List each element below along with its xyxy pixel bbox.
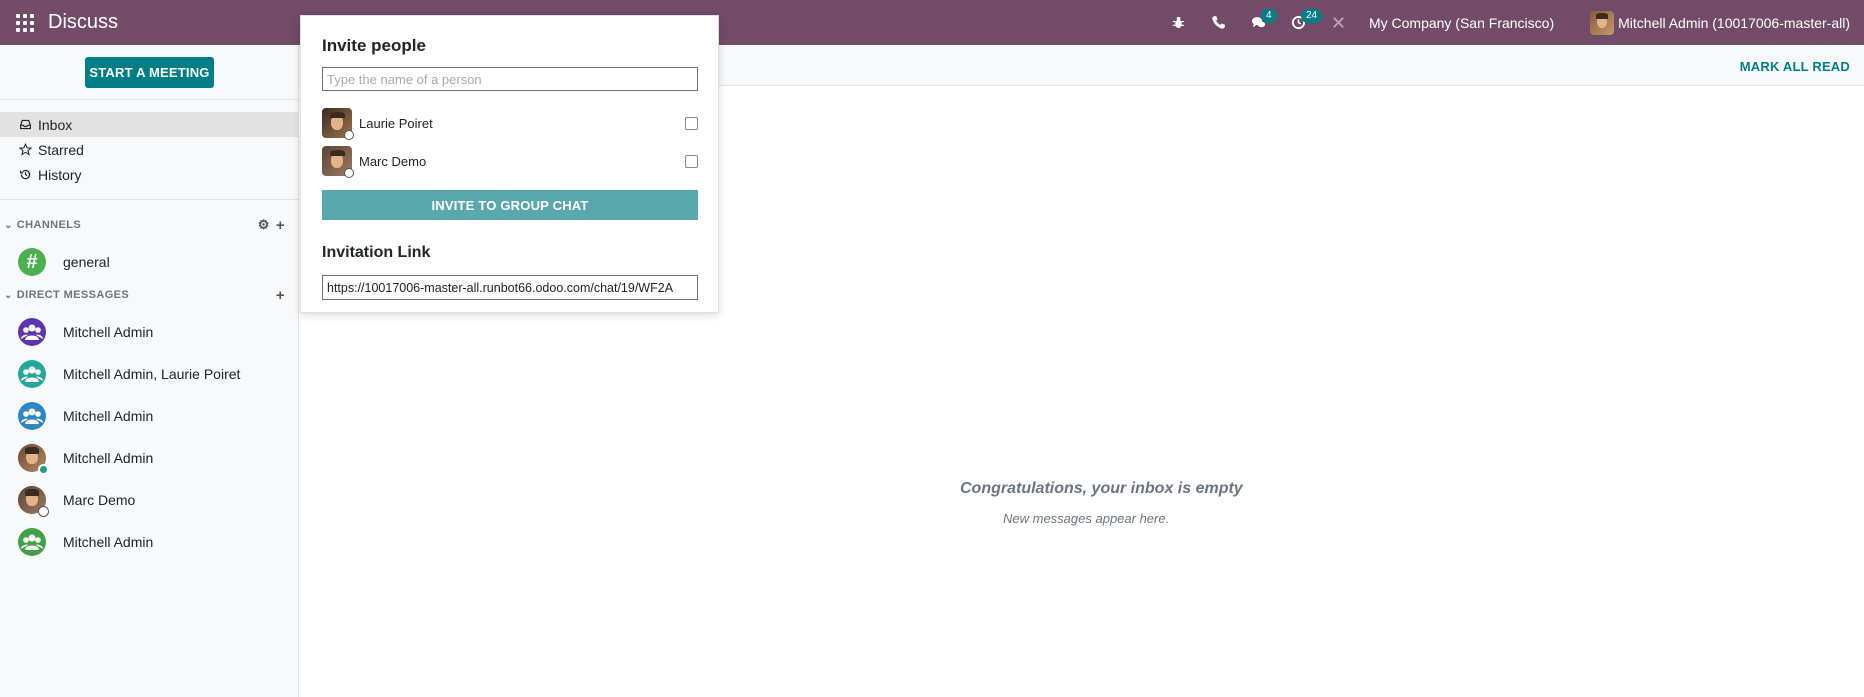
sidebar-item-label: History	[38, 166, 82, 183]
user-avatar	[18, 444, 49, 475]
sidebar-item-label: Starred	[38, 141, 84, 158]
close-icon[interactable]	[1319, 0, 1359, 45]
group-avatar-icon	[18, 528, 46, 556]
start-meeting-button[interactable]: START A MEETING	[85, 57, 214, 88]
sidebar-item-starred[interactable]: Starred	[0, 137, 299, 162]
empty-inbox-subtitle: New messages appear here.	[1003, 511, 1170, 526]
messages-badge: 4	[1260, 9, 1277, 23]
chat-icon[interactable]: 4	[1239, 0, 1279, 45]
direct-messages-category[interactable]: ⌄ DIRECT MESSAGES +	[0, 285, 299, 305]
dm-label: Mitchell Admin	[63, 324, 154, 340]
add-channel-icon[interactable]: +	[276, 217, 285, 234]
invite-person-row[interactable]: Marc Demo	[322, 144, 698, 178]
dm-label: Mitchell Admin	[63, 534, 154, 550]
offline-status-icon	[344, 130, 354, 140]
channel-label: general	[63, 254, 110, 270]
gear-icon[interactable]: ⚙	[258, 217, 270, 233]
user-avatar	[18, 486, 49, 517]
online-status-icon	[38, 464, 49, 475]
history-icon	[20, 169, 31, 180]
dm-label: Mitchell Admin	[63, 450, 154, 466]
person-name: Marc Demo	[359, 153, 427, 169]
invitation-link-field[interactable]	[322, 275, 698, 300]
company-switcher[interactable]: My Company (San Francisco)	[1369, 15, 1554, 31]
offline-status-icon	[344, 168, 354, 178]
dm-item[interactable]: Mitchell Admin	[0, 521, 299, 563]
divider	[0, 199, 299, 200]
app-title[interactable]: Discuss	[48, 11, 118, 34]
dm-label: Mitchell Admin	[63, 408, 154, 424]
dm-item[interactable]: Mitchell Admin	[0, 395, 299, 437]
user-menu[interactable]: Mitchell Admin (10017006-master-all)	[1590, 10, 1850, 35]
divider	[0, 99, 299, 100]
dm-item[interactable]: Mitchell Admin	[0, 437, 299, 479]
top-navbar: Discuss 4 24 My Company (San Francisco) …	[0, 0, 1864, 45]
phone-icon[interactable]	[1199, 0, 1239, 45]
group-avatar-icon	[18, 360, 46, 388]
invite-person-row[interactable]: Laurie Poiret	[322, 106, 698, 140]
channels-header: CHANNELS	[16, 219, 82, 231]
chevron-down-icon[interactable]: ⌄	[4, 290, 13, 301]
inbox-icon	[20, 119, 31, 130]
invitation-link-title: Invitation Link	[322, 244, 431, 261]
person-name: Laurie Poiret	[359, 115, 433, 131]
channel-item-general[interactable]: # general	[0, 241, 299, 283]
bug-icon[interactable]	[1159, 0, 1199, 45]
chevron-down-icon[interactable]: ⌄	[4, 220, 13, 231]
add-chat-icon[interactable]: +	[276, 287, 285, 304]
group-avatar-icon	[18, 402, 46, 430]
invite-checkbox[interactable]	[685, 154, 698, 168]
mark-all-read-button[interactable]: MARK ALL READ	[1740, 53, 1850, 80]
apps-grid-icon[interactable]	[16, 13, 34, 32]
dm-item[interactable]: Mitchell Admin	[0, 311, 299, 353]
dm-label: Mitchell Admin, Laurie Poiret	[63, 366, 241, 382]
group-avatar-icon	[18, 318, 46, 346]
empty-inbox-title: Congratulations, your inbox is empty	[960, 480, 1243, 497]
invite-people-popover: Invite people Laurie Poiret Marc Demo IN…	[300, 15, 719, 313]
offline-status-icon	[38, 506, 49, 517]
popover-title: Invite people	[322, 36, 426, 55]
invite-to-group-chat-button[interactable]: INVITE TO GROUP CHAT	[322, 190, 698, 220]
channels-category[interactable]: ⌄ CHANNELS ⚙ +	[0, 215, 299, 235]
user-avatar	[322, 146, 354, 178]
invite-search-input[interactable]	[322, 67, 698, 91]
dm-item[interactable]: Marc Demo	[0, 479, 299, 521]
sidebar-item-inbox[interactable]: Inbox	[0, 112, 299, 137]
star-icon	[19, 143, 32, 156]
sidebar-item-label: Inbox	[38, 116, 73, 133]
direct-messages-header: DIRECT MESSAGES	[16, 289, 130, 301]
hash-icon: #	[18, 248, 46, 276]
discuss-sidebar: START A MEETING Inbox Starred History ⌄ …	[0, 45, 299, 697]
dm-label: Marc Demo	[63, 492, 136, 508]
dm-item[interactable]: Mitchell Admin, Laurie Poiret	[0, 353, 299, 395]
invite-checkbox[interactable]	[685, 116, 698, 130]
sidebar-item-history[interactable]: History	[0, 162, 299, 187]
user-avatar	[1590, 10, 1615, 35]
activity-icon[interactable]: 24	[1279, 0, 1323, 45]
user-avatar	[322, 108, 354, 140]
user-name: Mitchell Admin (10017006-master-all)	[1618, 14, 1850, 31]
